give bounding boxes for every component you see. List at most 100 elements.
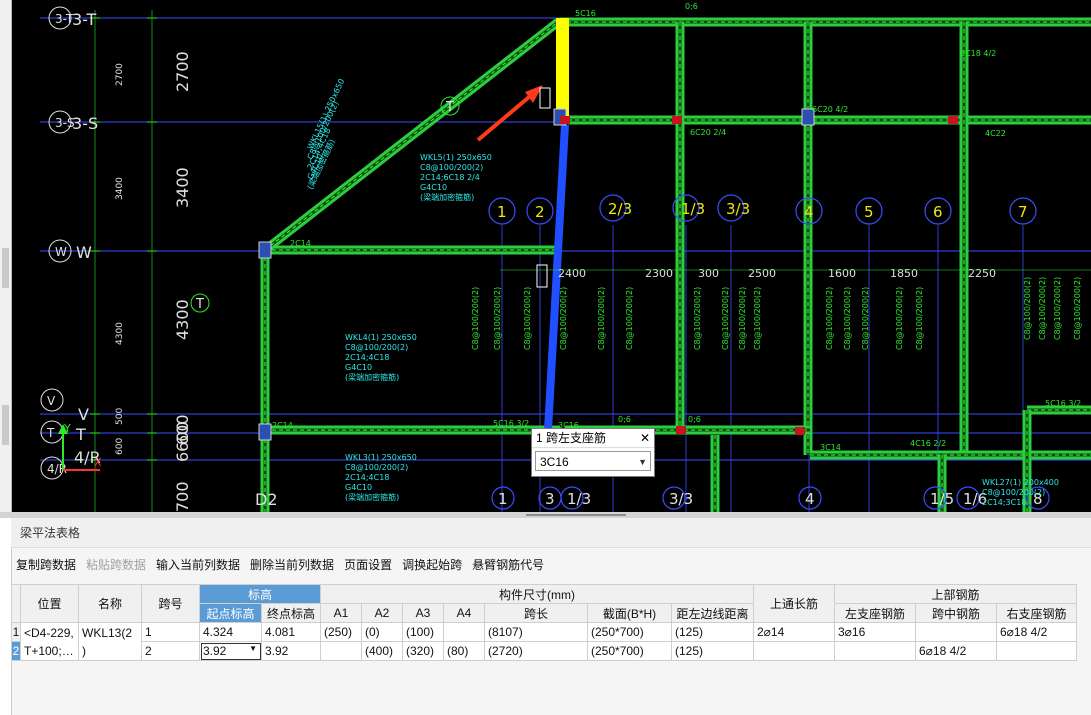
header-span-no[interactable]: 跨号 <box>141 584 200 623</box>
axis-bubble-bottom-label: 3/3 <box>669 490 693 508</box>
header-a3[interactable]: A3 <box>402 603 444 623</box>
cell-a4[interactable]: (80) <box>443 641 485 661</box>
axis-bubble-top-label: 5 <box>864 203 874 221</box>
cell-right-support[interactable] <box>996 641 1077 661</box>
beam-note-line: C8@100/200(2) <box>345 343 408 352</box>
small-dimension-text: 2700 <box>115 63 125 86</box>
rebar-label: 0;6 <box>688 415 701 424</box>
cell-right-support[interactable]: 6⌀18 4/2 <box>996 622 1077 642</box>
copy-span-data-button[interactable]: 复制跨数据 <box>11 554 81 576</box>
cantilever-rebar-code-button[interactable]: 悬臂钢筋代号 <box>467 554 549 576</box>
header-section[interactable]: 截面(B*H) <box>587 603 672 623</box>
cell-a3[interactable]: (100) <box>402 622 444 642</box>
position-line-1: <D4-229, <box>24 625 74 640</box>
cell-top-through[interactable]: 2⌀14 <box>753 622 835 642</box>
row-number[interactable]: 2 <box>11 641 21 661</box>
cell-start-elev[interactable]: 4.324 <box>199 622 262 642</box>
table-row[interactable]: 1 <D4-229, T+100;… WKL13(2) 1 4.324 4.081… <box>11 622 1077 661</box>
header-member-size[interactable]: 构件尺寸(mm) <box>320 584 754 604</box>
header-top-rebar[interactable]: 上部钢筋 <box>834 584 1077 604</box>
vertical-note: C8@100/200(2) <box>693 287 702 350</box>
header-name[interactable]: 名称 <box>78 584 142 623</box>
paste-span-data-button[interactable]: 粘贴跨数据 <box>81 554 151 576</box>
strip-thumb-2[interactable] <box>2 405 9 445</box>
cell-left-support[interactable] <box>834 641 916 661</box>
header-a1[interactable]: A1 <box>320 603 362 623</box>
cell-end-elev[interactable]: 4.081 <box>261 622 321 642</box>
vertical-note: C8@100/200(2) <box>493 287 502 350</box>
name-line-1: WKL13(2 <box>82 625 133 640</box>
cell-left-support[interactable]: 3⌀16 <box>834 622 916 642</box>
swap-start-span-button[interactable]: 调换起始跨 <box>397 554 467 576</box>
splitter-grip[interactable] <box>526 514 626 516</box>
cell-section[interactable]: (250*700) <box>587 622 672 642</box>
popup-value-select[interactable]: 3C16 ▼ <box>535 451 651 471</box>
vertical-note: C8@100/200(2) <box>471 287 480 350</box>
header-a4[interactable]: A4 <box>443 603 485 623</box>
cell-a1[interactable]: (250) <box>320 622 362 642</box>
axis-bubble-top-label: 1 <box>497 203 507 221</box>
cell-end-elev[interactable]: 3.92 <box>261 641 321 661</box>
panel-toolbar: 复制跨数据 粘贴跨数据 输入当前列数据 删除当前列数据 页面设置 调换起始跨 悬… <box>11 554 549 576</box>
axis-label-left: T <box>75 425 86 444</box>
cell-edge-dist[interactable]: (125) <box>671 641 754 661</box>
position-line-2: T+100;… <box>24 643 74 658</box>
axis-bubble-top-label: 4 <box>804 203 814 221</box>
cell-span-len[interactable]: (8107) <box>484 622 588 642</box>
header-edge-dist[interactable]: 距左边线距离 <box>671 603 754 623</box>
header-left-support[interactable]: 左支座钢筋 <box>834 603 916 623</box>
strip-thumb[interactable] <box>2 248 9 288</box>
cell-a4[interactable] <box>443 622 485 642</box>
beam-note-line: 2C14;4C18 <box>345 353 389 362</box>
cell-edge-dist[interactable]: (125) <box>671 622 754 642</box>
cell-a2[interactable]: (0) <box>361 622 403 642</box>
rebar-label: 5C16 3/2 <box>493 419 529 428</box>
vertical-note: C8@100/200(2) <box>738 287 747 350</box>
delete-column-data-button[interactable]: 删除当前列数据 <box>245 554 339 576</box>
beam-table: 位置 名称 跨号 标高 构件尺寸(mm) 上通长筋 上部钢筋 起点标高 终点标高… <box>11 584 1077 661</box>
rebar-mark <box>560 116 570 124</box>
popup-close-icon[interactable]: ✕ <box>640 429 650 447</box>
span-dimension-text: 300 <box>698 267 719 280</box>
cell-section[interactable]: (250*700) <box>587 641 672 661</box>
header-right-support[interactable]: 右支座钢筋 <box>996 603 1077 623</box>
marker-t: T <box>445 100 454 115</box>
cell-a2[interactable]: (400) <box>361 641 403 661</box>
beam-note-line: C8@100/200(2) <box>982 488 1045 497</box>
cell-mid-span[interactable]: 6⌀18 4/2 <box>915 641 997 661</box>
rebar-mark <box>948 116 958 124</box>
cad-canvas[interactable]: 3-T 3-S W V T 4/R 3-T 3-S W V T 4/R 2700 3400 4300 600 7… <box>0 0 1091 512</box>
header-elevation[interactable]: 标高 <box>199 584 321 604</box>
dimension-text: 3400 <box>173 167 192 208</box>
header-a2[interactable]: A2 <box>361 603 403 623</box>
page-setup-button[interactable]: 页面设置 <box>339 554 397 576</box>
header-span-len[interactable]: 跨长 <box>484 603 588 623</box>
cell-start-elev-editing[interactable]: 3.92 ▼ <box>199 641 262 661</box>
cell-span[interactable]: 2 <box>141 641 200 661</box>
beam-note-line: 2C14;6C18 2/4 <box>420 173 480 182</box>
cell-span[interactable]: 1 <box>141 622 200 642</box>
cell-span-len[interactable]: (2720) <box>484 641 588 661</box>
beam-note-line: G4C10 <box>345 483 372 492</box>
header-end-elev[interactable]: 终点标高 <box>261 603 321 623</box>
dimension-text: 4300 <box>173 299 192 340</box>
cell-mid-span[interactable] <box>915 622 997 642</box>
header-start-elev[interactable]: 起点标高 <box>199 603 262 623</box>
cell-a1[interactable] <box>320 641 362 661</box>
cell-a3[interactable]: (320) <box>402 641 444 661</box>
cell-name[interactable]: WKL13(2) <box>78 622 142 661</box>
chevron-down-icon[interactable]: ▼ <box>249 644 257 653</box>
header-position[interactable]: 位置 <box>20 584 79 623</box>
header-top-through[interactable]: 上通长筋 <box>753 584 835 623</box>
cell-top-through[interactable] <box>753 641 835 661</box>
table-row[interactable]: 2 2 3.92 ▼ 3.92 (400) (320) (80) (2720) (… <box>11 641 1077 661</box>
axis-bubble-top-label: 1/3 <box>681 200 705 218</box>
cell-position[interactable]: <D4-229, T+100;… <box>20 622 79 661</box>
header-mid-span[interactable]: 跨中钢筋 <box>915 603 997 623</box>
highlighted-support <box>556 18 569 120</box>
axis-bubble-top-label: 3/3 <box>726 200 750 218</box>
row-number[interactable]: 1 <box>11 622 21 642</box>
support-rebar-popup[interactable]: 1 跨左支座筋 ✕ 3C16 ▼ <box>531 428 655 477</box>
input-column-data-button[interactable]: 输入当前列数据 <box>151 554 245 576</box>
chevron-down-icon[interactable]: ▼ <box>638 452 647 472</box>
